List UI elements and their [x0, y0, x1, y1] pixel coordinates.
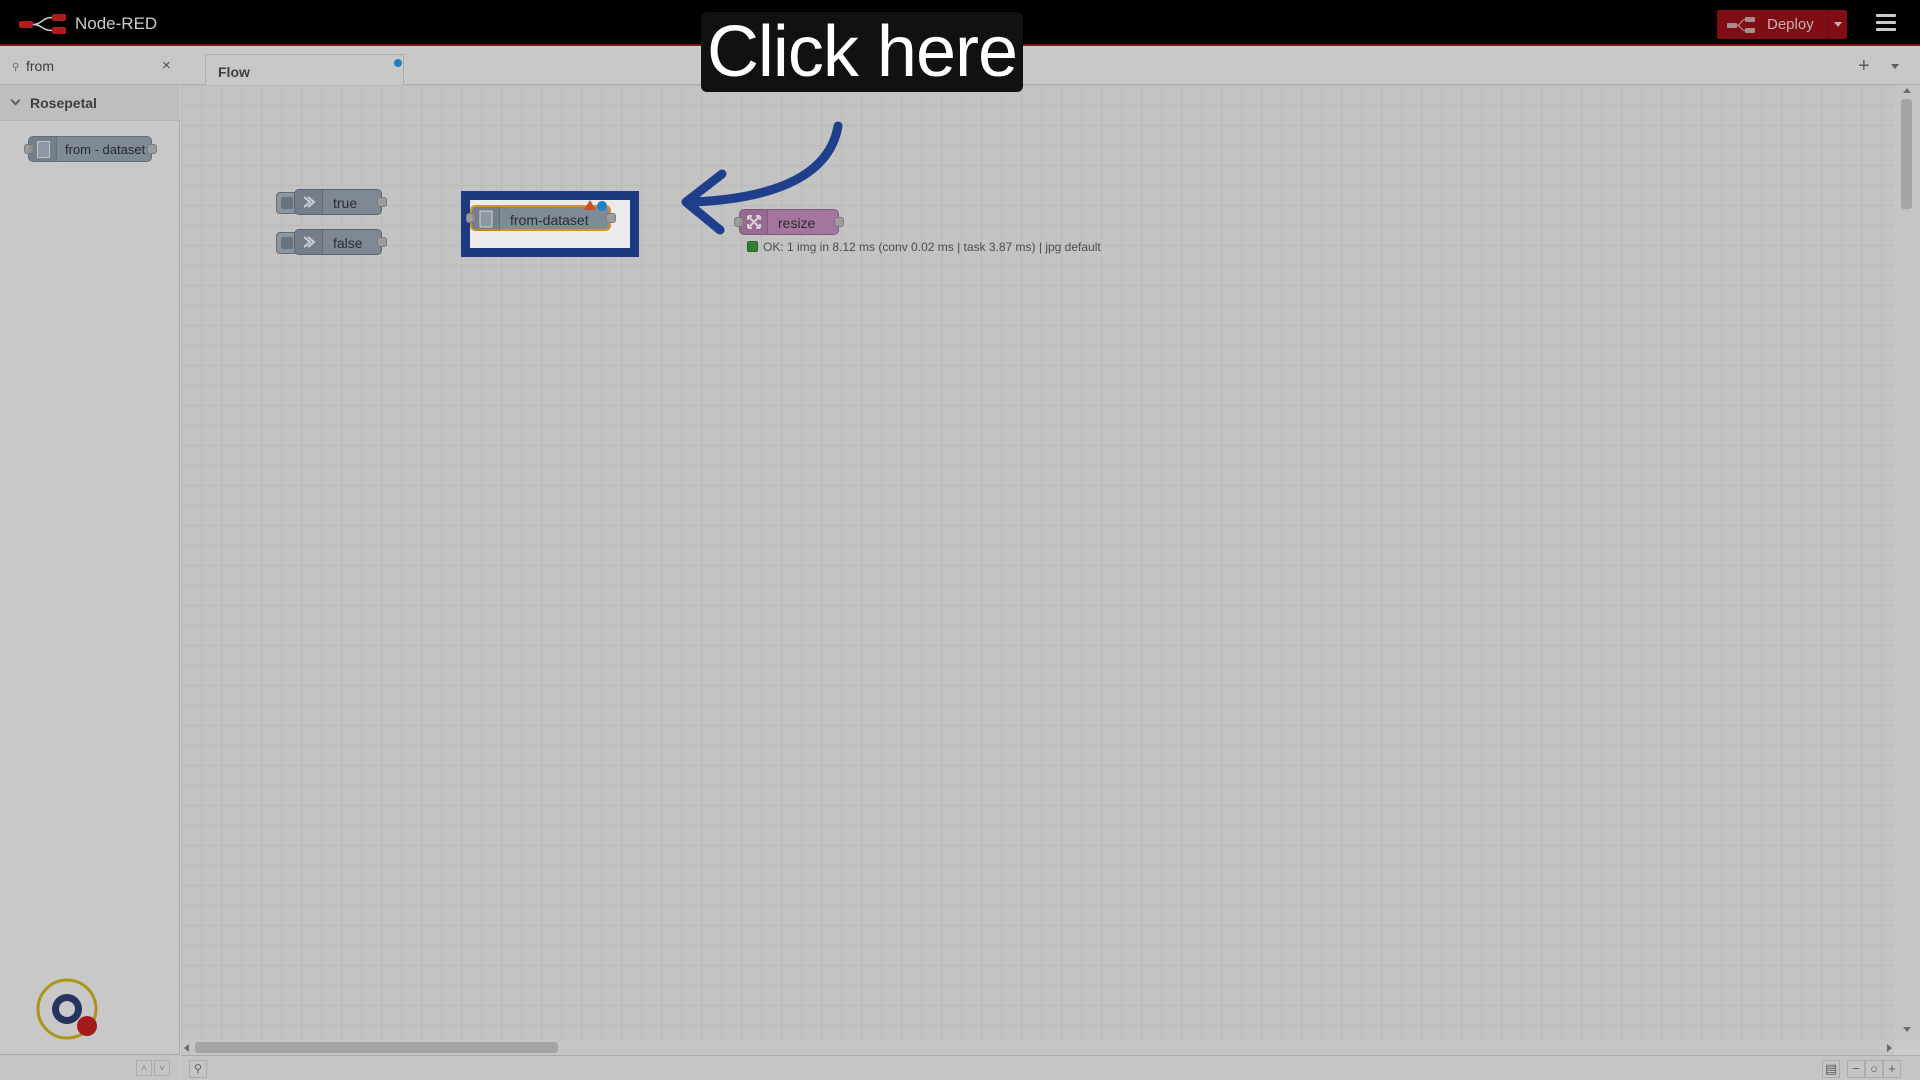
search-icon: ⚲: [12, 62, 20, 73]
changed-dot-icon: [597, 201, 607, 211]
output-port: [147, 144, 157, 154]
scroll-down-icon[interactable]: [1903, 1027, 1911, 1032]
rosepetal-logo: [36, 978, 98, 1040]
palette-search-input[interactable]: [26, 56, 156, 76]
hamburger-menu-icon[interactable]: [1876, 14, 1896, 32]
tab-flow[interactable]: Flow: [205, 54, 404, 86]
chevron-down-icon: [10, 95, 21, 106]
scroll-thumb[interactable]: [195, 1042, 558, 1053]
scroll-left-icon[interactable]: [184, 1044, 189, 1052]
collapse-all-button[interactable]: ˄: [136, 1060, 152, 1076]
deploy-button[interactable]: Deploy: [1717, 10, 1847, 39]
changed-dot-icon: [394, 59, 402, 67]
callout-label: Click here: [701, 12, 1023, 92]
deploy-icon: [1727, 17, 1755, 33]
node-label-from-dataset: from-dataset: [510, 212, 589, 228]
expand-all-button[interactable]: ˅: [154, 1060, 170, 1076]
file-icon: [29, 137, 57, 161]
node-from-dataset[interactable]: from-dataset: [466, 200, 616, 231]
zoom-in-icon[interactable]: +: [1883, 1060, 1901, 1078]
zoom-out-icon[interactable]: −: [1847, 1060, 1865, 1078]
highlight-box: from-dataset: [461, 191, 639, 257]
palette-search: ⚲ ×: [0, 48, 180, 85]
palette-node-from-dataset[interactable]: from - dataset: [24, 136, 157, 162]
scroll-up-icon[interactable]: [1903, 88, 1911, 93]
plus-icon[interactable]: +: [1858, 55, 1870, 78]
workspace-footer: ⚲ ▤ − ○ +: [181, 1055, 1920, 1080]
tab-label: Flow: [218, 64, 250, 80]
palette-category-label: Rosepetal: [30, 95, 97, 111]
node-label-false: false: [333, 235, 363, 251]
palette-footer: ˄ ˅: [0, 1054, 180, 1080]
deploy-label: Deploy: [1767, 16, 1814, 33]
zoom-reset-icon[interactable]: ○: [1865, 1060, 1883, 1078]
output-port[interactable]: [606, 213, 616, 223]
output-port[interactable]: [377, 237, 387, 247]
deploy-options-button[interactable]: [1827, 10, 1847, 39]
arrow-icon: [681, 121, 843, 235]
palette-category-header[interactable]: Rosepetal: [0, 85, 180, 121]
workspace-tabs: Flow +: [181, 48, 1920, 86]
vertical-scrollbar[interactable]: [1894, 85, 1920, 1040]
tab-menu-chevron-down-icon[interactable]: [1891, 64, 1899, 69]
node-true[interactable]: true: [294, 189, 387, 215]
scroll-thumb[interactable]: [1901, 99, 1912, 209]
switch-icon: [295, 190, 323, 214]
navigator-icon[interactable]: ▤: [1822, 1060, 1840, 1078]
scroll-right-icon[interactable]: [1887, 1044, 1892, 1052]
node-red-logo-icon: [19, 14, 66, 34]
search-icon[interactable]: ⚲: [189, 1060, 207, 1078]
palette-node-label: from - dataset: [65, 142, 146, 157]
node-false[interactable]: false: [294, 229, 387, 255]
horizontal-scrollbar[interactable]: [181, 1040, 1894, 1055]
file-icon: [472, 207, 500, 231]
switch-icon: [295, 230, 323, 254]
close-icon[interactable]: ×: [162, 57, 171, 74]
deploy-main[interactable]: Deploy: [1717, 10, 1827, 39]
palette-sidebar: ⚲ × Rosepetal from - dataset ˄ ˅: [0, 48, 180, 1080]
node-label-true: true: [333, 195, 358, 211]
output-port[interactable]: [377, 197, 387, 207]
app-title: Node-RED: [75, 14, 158, 33]
warning-triangle-icon: [584, 200, 596, 210]
flow-canvas[interactable]: true false resize OK: 1 img in 8.12 ms (…: [181, 85, 1894, 1040]
